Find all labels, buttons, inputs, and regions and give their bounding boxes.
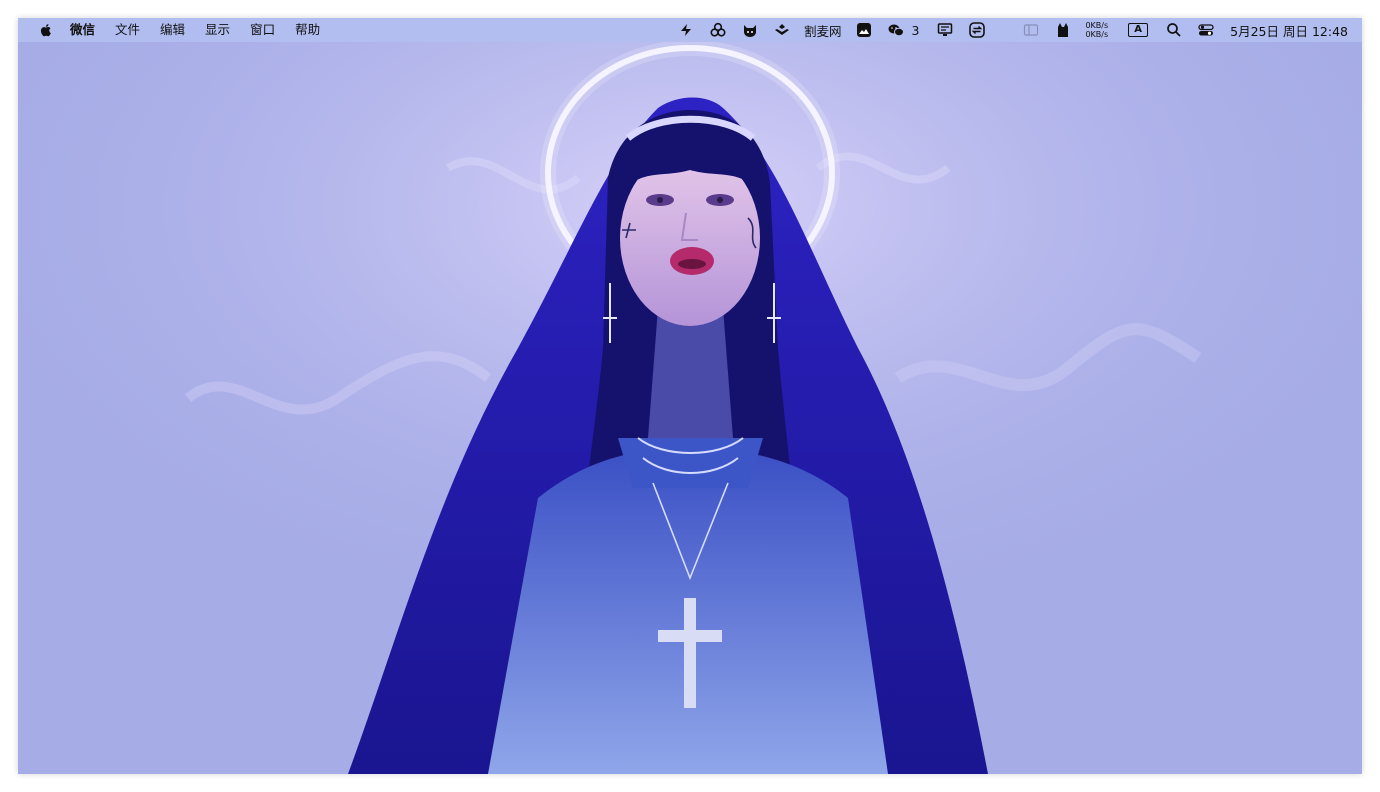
hands-icon[interactable] bbox=[774, 22, 790, 38]
menu-window[interactable]: 窗口 bbox=[240, 18, 285, 42]
wechat-icon[interactable] bbox=[888, 22, 904, 38]
monitor-icon[interactable] bbox=[937, 22, 953, 38]
status-app-label[interactable]: 割麦网 bbox=[804, 21, 842, 40]
sidebar-icon[interactable] bbox=[1023, 22, 1039, 38]
cat-silhouette-icon[interactable] bbox=[1055, 22, 1071, 38]
net-up-value: 0KB/s bbox=[1085, 21, 1109, 30]
menu-app-name[interactable]: 微信 bbox=[60, 18, 105, 42]
control-center-icon[interactable] bbox=[1198, 22, 1214, 38]
image-icon[interactable] bbox=[856, 22, 872, 38]
desktop-screen: 微信 文件 编辑 显示 窗口 帮助 割麦网 3 0KB/s 0KB/s A 5月… bbox=[18, 18, 1362, 774]
menu-help[interactable]: 帮助 bbox=[285, 18, 330, 42]
menu-bar: 微信 文件 编辑 显示 窗口 帮助 割麦网 3 0KB/s 0KB/s A 5月… bbox=[18, 18, 1362, 42]
network-speed: 0KB/s 0KB/s bbox=[1085, 21, 1108, 39]
rings-icon[interactable] bbox=[710, 22, 726, 38]
spark-icon[interactable] bbox=[678, 22, 694, 38]
menu-file[interactable]: 文件 bbox=[105, 18, 150, 42]
menu-edit[interactable]: 编辑 bbox=[150, 18, 195, 42]
cat-face-icon[interactable] bbox=[742, 22, 758, 38]
apple-icon[interactable] bbox=[38, 22, 54, 38]
menu-view[interactable]: 显示 bbox=[195, 18, 240, 42]
desktop-wallpaper bbox=[18, 18, 1362, 774]
menu-clock[interactable]: 5月25日 周日 12:48 bbox=[1230, 21, 1348, 40]
input-source-indicator[interactable]: A bbox=[1128, 23, 1149, 37]
wechat-badge: 3 bbox=[911, 22, 920, 38]
net-down-value: 0KB/s bbox=[1085, 30, 1109, 39]
sync-icon[interactable] bbox=[969, 22, 986, 38]
search-icon[interactable] bbox=[1166, 22, 1182, 38]
